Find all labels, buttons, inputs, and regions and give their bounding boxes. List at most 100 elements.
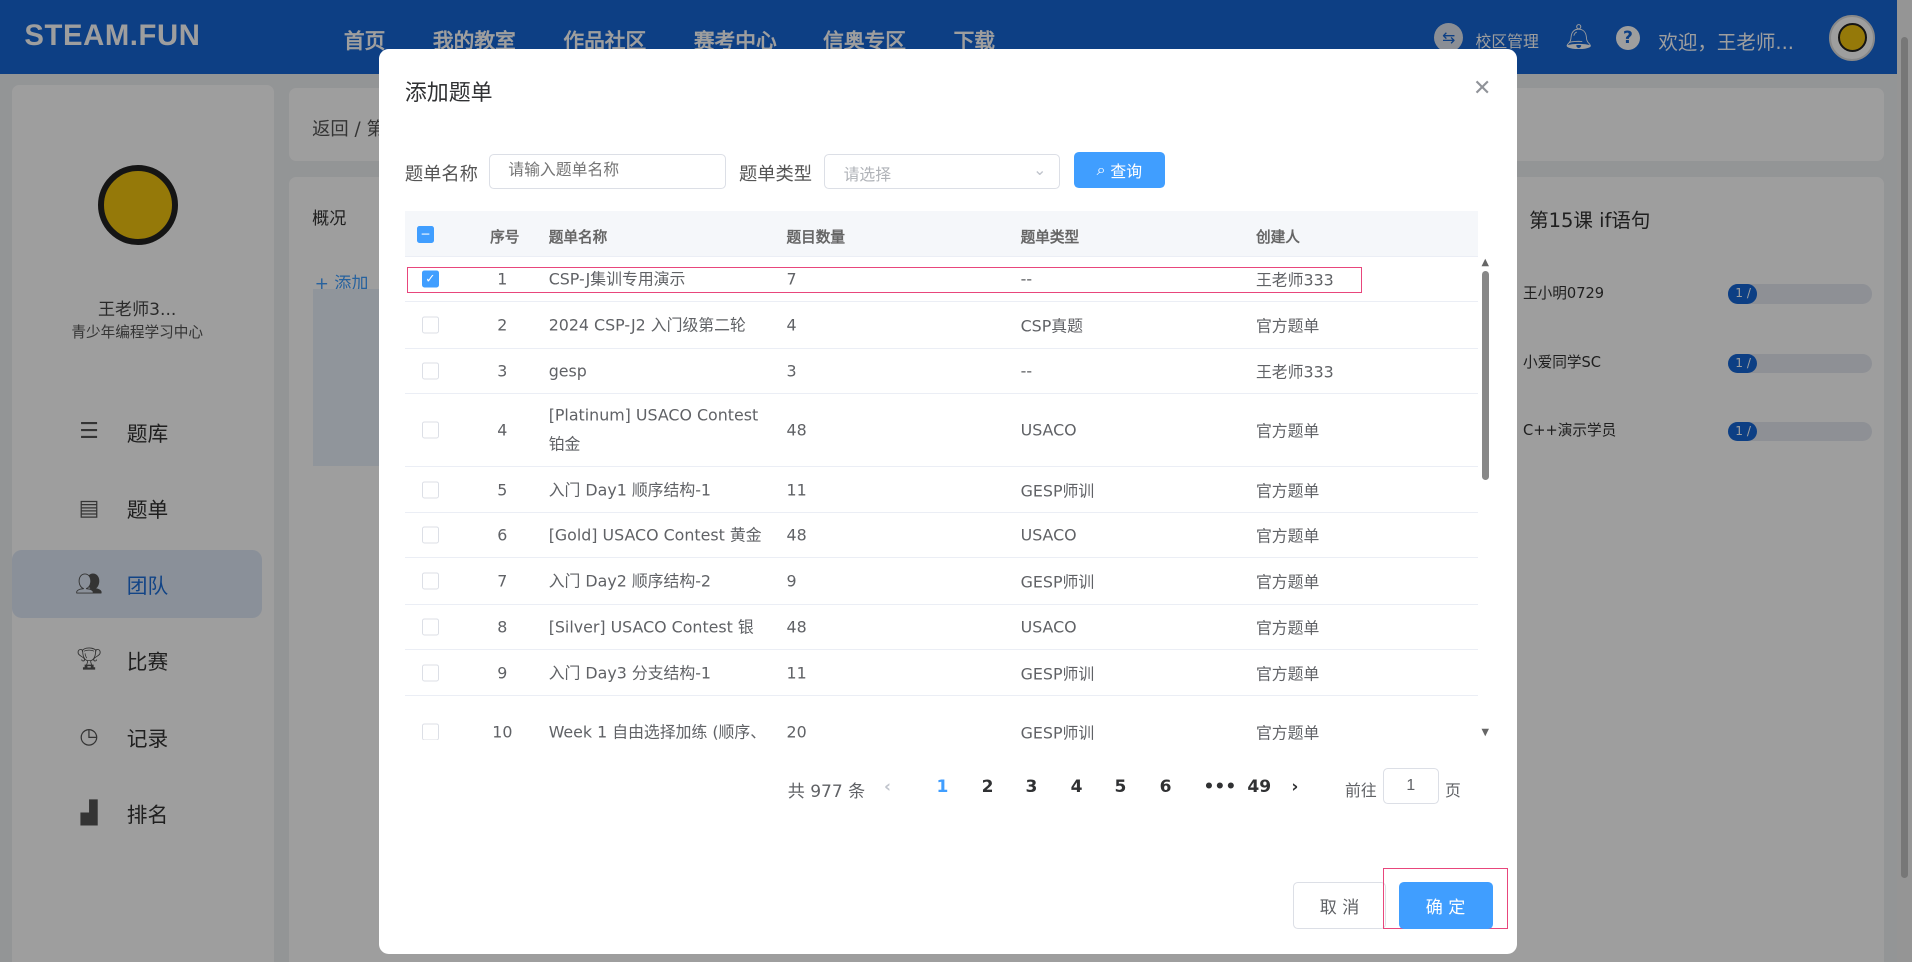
type-label: 题单类型	[738, 163, 813, 185]
cancel-button[interactable]: 取 消	[1292, 881, 1387, 930]
chevron-down-icon: ⌄	[1033, 159, 1047, 179]
row-name: Week 1 自由选择加练 (顺序、	[548, 722, 767, 741]
close-icon[interactable]: ✕	[1473, 76, 1491, 101]
row-count: 48	[786, 617, 807, 637]
row-name: [Silver] USACO Contest 银	[548, 617, 754, 637]
row-creator: 官方题单	[1255, 572, 1320, 592]
row-count: 20	[786, 722, 807, 741]
table-scrollbar[interactable]: ▲ ▼	[1478, 257, 1493, 740]
page-1[interactable]: 2	[982, 777, 994, 797]
dialog-title: 添加题单	[404, 80, 493, 106]
col-creator: 创建人	[1255, 228, 1300, 246]
page-2[interactable]: 3	[1026, 777, 1038, 797]
table-header: − 序号 题单名称 题目数量 题单类型 创建人	[404, 210, 1478, 258]
search-icon: ⌕	[1096, 160, 1106, 180]
row-type: GESP师训	[1020, 481, 1095, 501]
table-row[interactable]: 9 入门 Day3 分支结构-1 11 GESP师训 官方题单	[404, 650, 1478, 697]
row-count: 4	[786, 315, 797, 335]
row-type: CSP真题	[1020, 316, 1083, 336]
prev-page-icon[interactable]: ‹	[884, 777, 891, 797]
row-creator: 官方题单	[1255, 421, 1320, 441]
row-creator: 王老师333	[1255, 362, 1334, 382]
search-label: 查询	[1110, 161, 1143, 181]
row-type: USACO	[1020, 525, 1077, 545]
row-name: [Platinum] USACO Contest 铂金	[548, 405, 759, 454]
row-type: USACO	[1020, 420, 1077, 440]
row-checkbox[interactable]	[421, 421, 439, 439]
row-count: 3	[786, 361, 797, 381]
table-row[interactable]: 8 [Silver] USACO Contest 银 48 USACO 官方题单	[404, 605, 1478, 650]
page-4[interactable]: 5	[1115, 777, 1127, 797]
name-input[interactable]	[488, 153, 726, 189]
selected-row-highlight	[407, 267, 1363, 293]
row-count: 9	[786, 571, 797, 591]
row-checkbox[interactable]	[421, 362, 439, 380]
search-button[interactable]: ⌕ 查询	[1074, 152, 1165, 188]
col-count: 题目数量	[786, 228, 845, 246]
row-creator: 官方题单	[1255, 664, 1320, 684]
page-0[interactable]: 1	[936, 777, 948, 797]
page: STEAM.FUN 首页 我的教室 作品社区 赛考中心 信奥专区 下载 ⇆ 校区…	[0, 0, 1912, 962]
row-checkbox[interactable]	[421, 316, 439, 334]
col-name: 题单名称	[548, 228, 608, 246]
goto-page-input[interactable]	[1382, 768, 1439, 804]
row-creator: 官方题单	[1255, 481, 1320, 501]
table-row[interactable]: 4 [Platinum] USACO Contest 铂金 48 USACO 官…	[404, 394, 1478, 467]
next-page-icon[interactable]: ›	[1291, 777, 1298, 797]
goto-label: 前往	[1344, 780, 1377, 800]
row-no: 8	[497, 617, 508, 637]
table-row[interactable]: 5 入门 Day1 顺序结构-1 11 GESP师训 官方题单	[404, 467, 1478, 514]
row-checkbox[interactable]	[421, 526, 439, 544]
page-7[interactable]: 49	[1247, 777, 1271, 797]
row-checkbox[interactable]	[421, 618, 439, 636]
row-no: 4	[497, 420, 508, 440]
row-no: 3	[497, 361, 508, 381]
table-row[interactable]: 3 gesp 3 -- 王老师333	[404, 349, 1478, 394]
col-no: 序号	[490, 228, 520, 246]
page-3[interactable]: 4	[1071, 777, 1083, 797]
row-name: 2024 CSP-J2 入门级第二轮	[548, 315, 746, 335]
row-count: 11	[786, 480, 807, 500]
page-6[interactable]: •••	[1204, 777, 1237, 797]
row-name: gesp	[548, 361, 587, 381]
row-checkbox[interactable]	[421, 723, 439, 741]
type-select[interactable]: 请选择 ⌄	[824, 153, 1060, 189]
total-count: 共 977 条	[787, 781, 866, 802]
row-checkbox[interactable]	[421, 481, 439, 499]
row-checkbox[interactable]	[421, 572, 439, 590]
row-no: 9	[497, 663, 508, 683]
row-creator: 官方题单	[1255, 316, 1320, 336]
row-name: [Gold] USACO Contest 黄金	[548, 525, 762, 545]
table-row[interactable]: 10 Week 1 自由选择加练 (顺序、 20 GESP师训 官方题单	[405, 696, 1478, 741]
table-row[interactable]: 6 [Gold] USACO Contest 黄金 48 USACO 官方题单	[404, 513, 1478, 559]
row-no: 10	[492, 722, 513, 741]
row-type: GESP师训	[1020, 664, 1095, 684]
row-type: --	[1020, 361, 1033, 381]
row-name: 入门 Day2 顺序结构-2	[548, 571, 711, 591]
add-problemset-dialog: 添加题单 ✕ 题单名称 题单类型 请选择 ⌄ ⌕查询 − 序号 题单名称 题目数量…	[379, 48, 1517, 954]
row-count: 48	[786, 525, 807, 545]
row-no: 6	[497, 525, 508, 545]
row-type: USACO	[1020, 617, 1077, 637]
row-creator: 官方题单	[1255, 723, 1320, 741]
row-no: 5	[497, 480, 508, 500]
row-count: 11	[786, 663, 807, 683]
row-no: 2	[497, 315, 508, 335]
table-row[interactable]: 2 2024 CSP-J2 入门级第二轮 4 CSP真题 官方题单	[404, 302, 1478, 349]
table-row[interactable]: 7 入门 Day2 顺序结构-2 9 GESP师训 官方题单	[404, 558, 1478, 605]
page-suffix: 页	[1444, 780, 1461, 800]
select-all-checkbox[interactable]: −	[417, 225, 435, 243]
name-label: 题单名称	[404, 163, 478, 185]
page-5[interactable]: 6	[1160, 777, 1172, 797]
row-type: GESP师训	[1020, 723, 1095, 741]
row-name: 入门 Day1 顺序结构-1	[548, 480, 711, 500]
confirm-button[interactable]: 确 定	[1398, 881, 1493, 930]
row-type: GESP师训	[1020, 572, 1095, 592]
row-count: 48	[786, 420, 807, 440]
col-type: 题单类型	[1020, 228, 1080, 246]
row-creator: 官方题单	[1255, 526, 1320, 546]
table-body: ✓ 1 CSP-J集训专用演示 7 -- 王老师333 2 2024 CSP-J…	[379, 257, 1517, 741]
type-select-placeholder: 请选择	[843, 164, 892, 184]
row-no: 7	[497, 571, 508, 591]
row-checkbox[interactable]	[421, 664, 439, 682]
